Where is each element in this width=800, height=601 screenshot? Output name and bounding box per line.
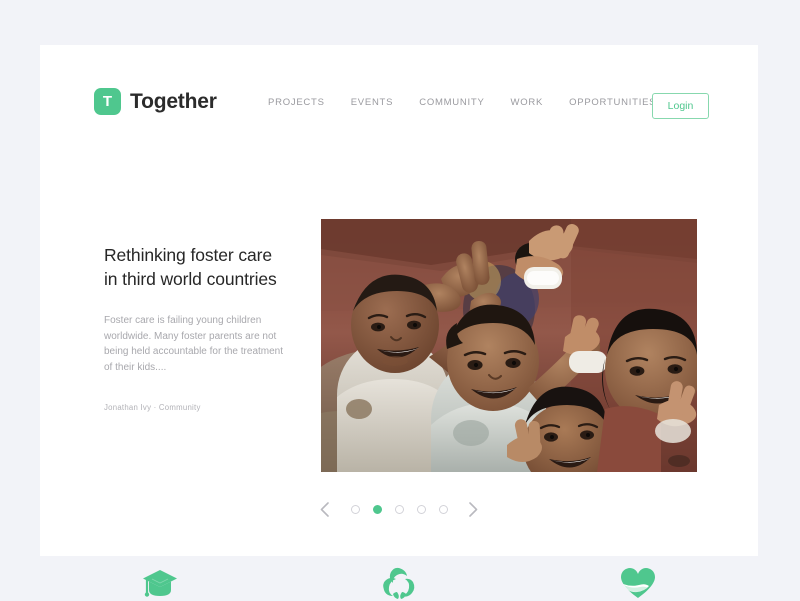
page-root: T Together PROJECTS EVENTS COMMUNITY WOR… — [0, 0, 800, 600]
recycle-leaves-icon — [382, 567, 416, 600]
nav-item-community[interactable]: COMMUNITY — [419, 97, 484, 108]
feature-care[interactable] — [519, 533, 758, 598]
chevron-right-icon[interactable] — [467, 499, 481, 519]
site-header: T Together PROJECTS EVENTS COMMUNITY WOR… — [40, 45, 758, 165]
nav-item-projects[interactable]: PROJECTS — [268, 97, 325, 108]
hero-category[interactable]: Community — [159, 403, 201, 412]
carousel-dot-2[interactable] — [372, 504, 382, 514]
nav-item-events[interactable]: EVENTS — [351, 97, 394, 108]
chevron-left-icon[interactable] — [318, 499, 332, 519]
brand-name: Together — [130, 89, 217, 113]
logo-letter: T — [102, 93, 113, 110]
brand-logo[interactable]: T Together — [94, 88, 217, 115]
logo-mark-icon: T — [94, 88, 121, 115]
main-navigation: PROJECTS EVENTS COMMUNITY WORK OPPORTUNI… — [268, 97, 656, 108]
nav-item-opportunities[interactable]: OPPORTUNITIES — [569, 97, 656, 108]
hero-excerpt: Foster care is failing young children wo… — [104, 315, 284, 373]
carousel-dots — [350, 504, 448, 514]
hero-meta-separator: · — [153, 403, 157, 412]
carousel-dot-3[interactable] — [394, 504, 404, 514]
graduation-cap-icon — [142, 567, 178, 601]
feature-education[interactable] — [40, 533, 279, 597]
login-button[interactable]: Login — [652, 93, 709, 119]
hero-section: Rethinking foster care in third world co… — [40, 165, 758, 485]
hero-title: Rethinking foster care in third world co… — [104, 245, 277, 289]
carousel-controls — [40, 485, 758, 533]
login-button-label: Login — [667, 100, 694, 112]
hero-image[interactable] — [321, 219, 697, 472]
content-card: T Together PROJECTS EVENTS COMMUNITY WOR… — [40, 45, 758, 599]
hero-byline: Jonathan Ivy · Community — [104, 403, 290, 412]
carousel-dot-5[interactable] — [438, 504, 448, 514]
carousel-dot-1[interactable] — [350, 504, 360, 514]
feature-environment[interactable] — [279, 533, 518, 599]
feature-icons-row — [40, 533, 758, 599]
hero-author: Jonathan Ivy — [104, 403, 152, 412]
hero-text-block: Rethinking foster care in third world co… — [104, 243, 290, 412]
carousel-dot-4[interactable] — [416, 504, 426, 514]
heart-hand-icon — [620, 567, 656, 600]
nav-item-work[interactable]: WORK — [511, 97, 544, 108]
